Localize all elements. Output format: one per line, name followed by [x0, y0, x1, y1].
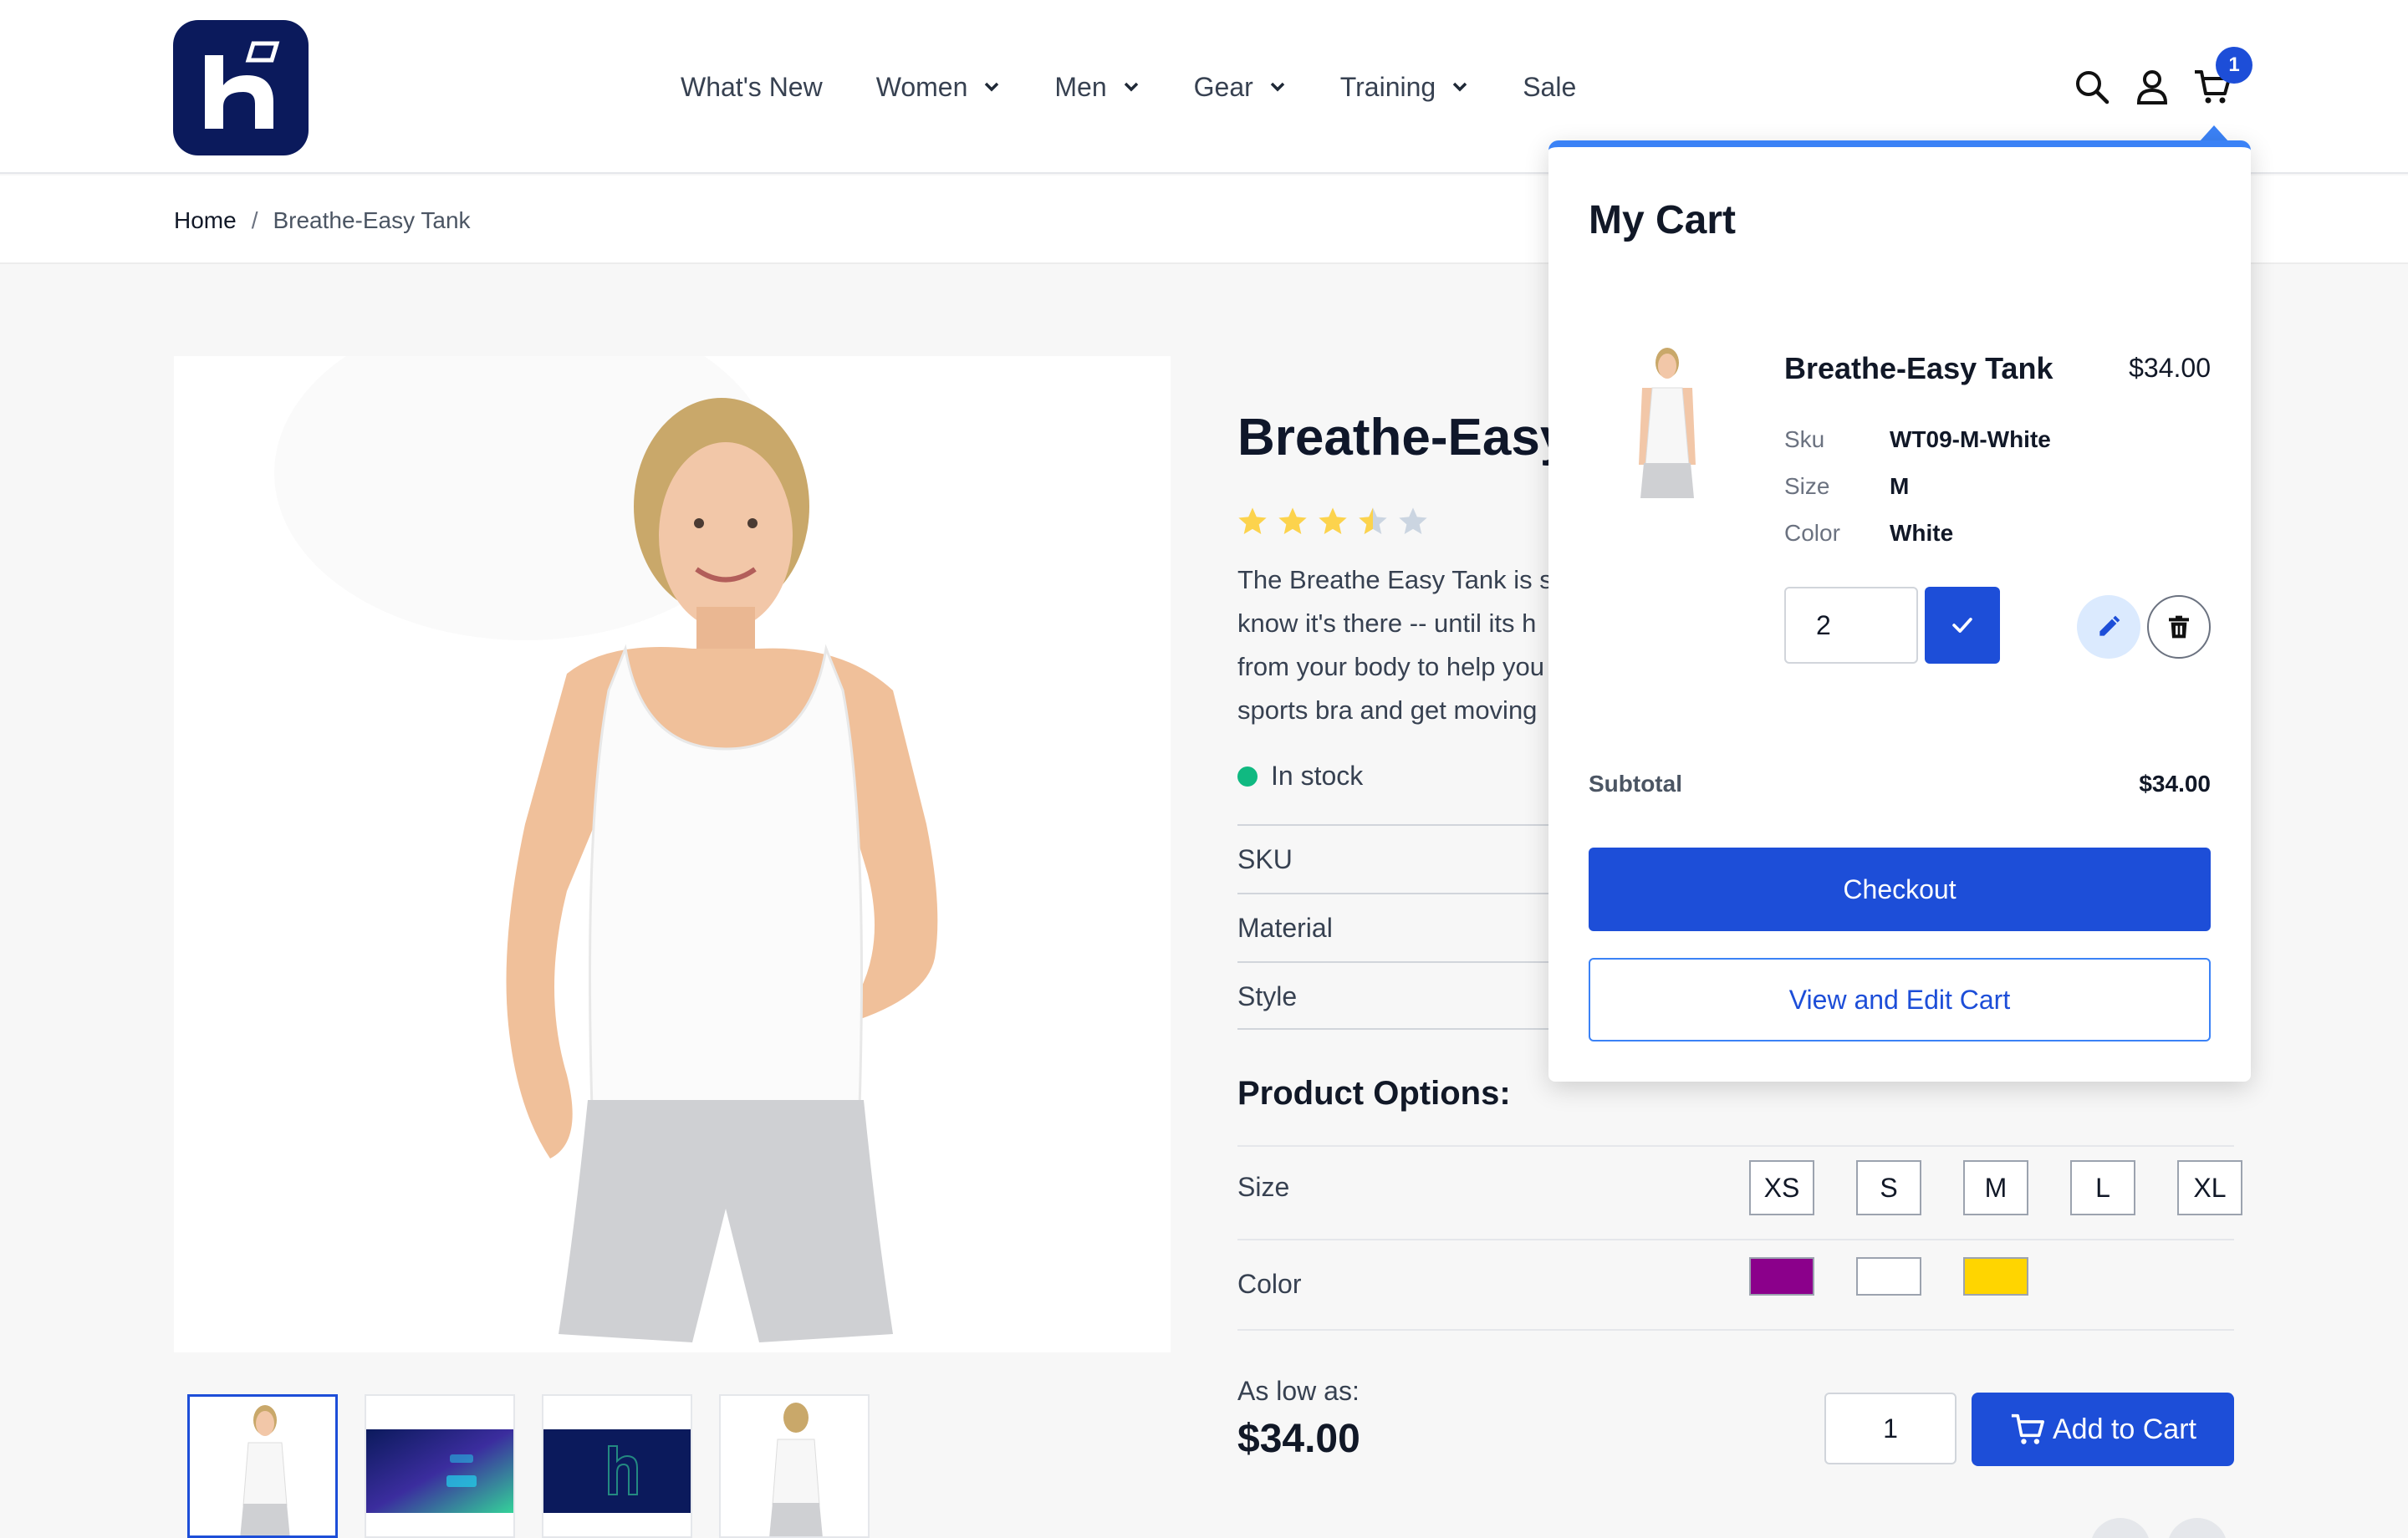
color-swatch-white[interactable]: [1856, 1257, 1921, 1296]
cart-icon[interactable]: 1: [2191, 47, 2252, 109]
breadcrumb-current: Breathe-Easy Tank: [273, 207, 471, 233]
star-half-icon: [1359, 507, 1387, 534]
quantity-input[interactable]: [1824, 1393, 1956, 1464]
size-l-button[interactable]: L: [2070, 1160, 2135, 1215]
add-to-cart-label: Add to Cart: [2053, 1413, 2196, 1445]
minicart-sku-label: Sku: [1784, 426, 1825, 452]
breadcrumb-separator: /: [251, 207, 258, 233]
product-photo: [174, 356, 1171, 1352]
minicart-subtotal-label: Subtotal: [1589, 771, 1682, 797]
minicart-item-price: $34.00: [2129, 353, 2211, 383]
cart-count-badge: 1: [2216, 47, 2252, 84]
nav-label: Training: [1339, 71, 1436, 102]
chevron-down-icon: [985, 82, 999, 92]
color-option-row: Color: [1237, 1239, 2234, 1331]
in-stock-dot: [1237, 766, 1258, 787]
minicart-update-qty-button[interactable]: [1925, 587, 2000, 664]
nav-training[interactable]: Training: [1340, 72, 1469, 103]
attr-label: Style: [1237, 981, 1298, 1011]
description-line: sports bra and get moving: [1237, 695, 1538, 725]
account-icon[interactable]: [2130, 65, 2174, 109]
star-full-icon: [1278, 507, 1307, 534]
stock-label: In stock: [1271, 761, 1364, 791]
search-icon[interactable]: [2070, 65, 2114, 109]
description-line: The Breathe Easy Tank is s: [1237, 565, 1553, 594]
check-icon: [1952, 618, 1972, 633]
minicart-size-value: M: [1890, 473, 1910, 499]
attr-row-material: Material: [1237, 893, 1572, 961]
minicart-pointer: [2199, 125, 2229, 142]
star-empty-icon: [1399, 507, 1427, 534]
nav-whats-new[interactable]: What's New: [681, 72, 823, 103]
stock-status: In stock: [1237, 761, 1363, 792]
attr-row-style: Style: [1237, 961, 1572, 1030]
minicart-sku-value: WT09-M-White: [1890, 426, 2051, 452]
size-m-button[interactable]: M: [1963, 1160, 2028, 1215]
wishlist-button[interactable]: [2090, 1518, 2150, 1538]
nav-label: Men: [1054, 71, 1107, 102]
nav-men[interactable]: Men: [1054, 72, 1140, 103]
minicart-title: My Cart: [1589, 198, 1737, 242]
logo-mark: [205, 41, 280, 129]
size-xs-button[interactable]: XS: [1749, 1160, 1814, 1215]
attr-label: SKU: [1237, 844, 1293, 874]
product-options-title: Product Options:: [1237, 1075, 1511, 1112]
thumbnail-2[interactable]: [365, 1394, 515, 1538]
minicart-size-label: Size: [1784, 473, 1830, 499]
chevron-down-icon: [1452, 82, 1467, 92]
main-nav: What's New Women Men Gear Training Sale: [681, 67, 1630, 107]
trash-icon: [2169, 615, 2189, 639]
breadcrumb: Home / Breathe-Easy Tank: [174, 207, 471, 234]
product-thumbnails: [187, 1394, 896, 1538]
minicart-delete-button[interactable]: [2147, 595, 2211, 659]
minicart-qty-input[interactable]: [1784, 587, 1918, 664]
chevron-down-icon: [1270, 82, 1285, 92]
minicart-item-name[interactable]: Breathe-Easy Tank: [1784, 351, 2053, 386]
attr-row-sku: SKU: [1237, 824, 1572, 893]
thumbnail-1[interactable]: [187, 1394, 338, 1538]
minicart-dropdown: My Cart Breathe-Easy Tank $34.00 Sku WT0…: [1548, 140, 2251, 1082]
chevron-down-icon: [1124, 82, 1138, 92]
size-option-row: Size XS S M L XL: [1237, 1145, 2242, 1239]
checkout-button[interactable]: Checkout: [1589, 848, 2211, 931]
product-description: The Breathe Easy Tank is s know it's the…: [1237, 558, 1572, 732]
color-swatch-yellow[interactable]: [1963, 1257, 2028, 1296]
product-main-image[interactable]: [174, 356, 1171, 1352]
thumbnail-4[interactable]: [719, 1394, 870, 1538]
nav-gear[interactable]: Gear: [1194, 72, 1287, 103]
minicart-item-image[interactable]: [1609, 339, 1726, 507]
cart-icon: [2011, 1413, 2044, 1444]
nav-label: Sale: [1523, 71, 1577, 102]
size-option-label: Size: [1237, 1172, 1290, 1202]
compare-button[interactable]: [2167, 1518, 2227, 1538]
nav-women[interactable]: Women: [876, 72, 1002, 103]
size-s-button[interactable]: S: [1856, 1160, 1921, 1215]
logo[interactable]: [173, 20, 309, 155]
rating-stars[interactable]: [1236, 505, 1436, 538]
description-line: know it's there -- until its h: [1237, 609, 1537, 638]
nav-label: Women: [875, 71, 968, 102]
add-to-cart-button[interactable]: Add to Cart: [1972, 1393, 2234, 1466]
product-price: $34.00: [1237, 1417, 1360, 1461]
thumbnail-3[interactable]: [542, 1394, 692, 1538]
nav-sale[interactable]: Sale: [1523, 72, 1576, 103]
description-line: from your body to help you: [1237, 652, 1545, 681]
minicart-color-label: Color: [1784, 520, 1840, 546]
attr-label: Material: [1237, 913, 1333, 943]
header-actions: 1: [2070, 47, 2252, 110]
nav-label: What's New: [681, 71, 823, 102]
minicart-edit-button[interactable]: [2077, 595, 2140, 659]
size-xl-button[interactable]: XL: [2177, 1160, 2242, 1215]
star-full-icon: [1319, 507, 1347, 534]
star-full-icon: [1238, 507, 1267, 534]
breadcrumb-home[interactable]: Home: [174, 207, 237, 234]
minicart-color-value: White: [1890, 520, 1954, 546]
color-option-label: Color: [1237, 1269, 1302, 1299]
pencil-icon: [2099, 615, 2120, 636]
view-edit-cart-button[interactable]: View and Edit Cart: [1589, 958, 2211, 1041]
color-swatch-purple[interactable]: [1749, 1257, 1814, 1296]
nav-label: Gear: [1193, 71, 1253, 102]
minicart-subtotal-value: $34.00: [2139, 771, 2211, 797]
as-low-as-label: As low as:: [1237, 1376, 1360, 1406]
